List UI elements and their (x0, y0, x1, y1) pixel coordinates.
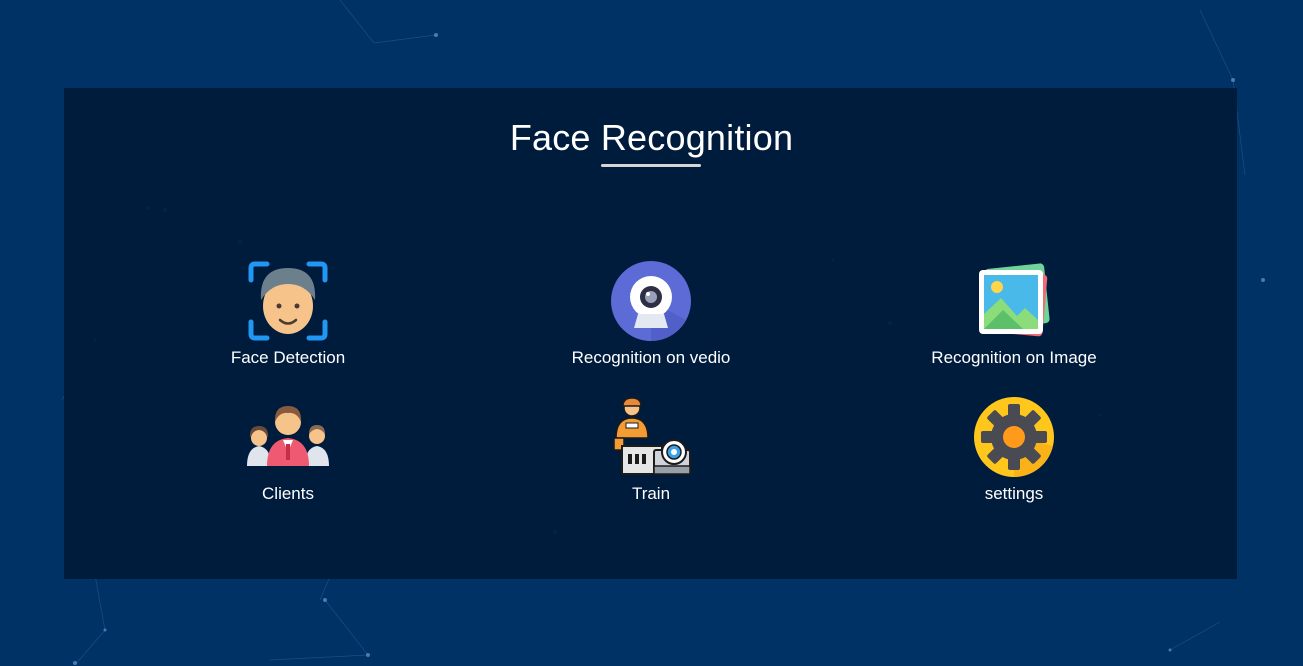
menu-item-recognition-video[interactable]: Recognition on vedio (531, 260, 771, 380)
worker-machine-icon (613, 397, 691, 475)
menu-item-label: Train (631, 484, 671, 503)
menu-item-settings[interactable]: settings (894, 396, 1134, 516)
page-title: Face Recognition (509, 117, 794, 158)
menu-item-face-detection[interactable]: Face Detection (168, 260, 408, 380)
menu-item-label: Recognition on Image (931, 348, 1097, 367)
menu-item-label: Recognition on vedio (571, 348, 731, 367)
menu-item-clients[interactable]: Clients (168, 396, 408, 516)
image-gallery-icon (979, 263, 1050, 337)
menu-item-label: Face Detection (230, 348, 346, 367)
gear-icon (974, 397, 1054, 477)
menu-item-label: settings (984, 484, 1044, 503)
menu-item-train[interactable]: Train (531, 396, 771, 516)
webcam-icon (611, 261, 691, 341)
people-group-icon (247, 406, 329, 466)
menu-item-label: Clients (262, 484, 314, 503)
title-underline (601, 164, 701, 167)
menu-item-recognition-image[interactable]: Recognition on Image (894, 260, 1134, 380)
face-scan-icon (248, 261, 328, 341)
